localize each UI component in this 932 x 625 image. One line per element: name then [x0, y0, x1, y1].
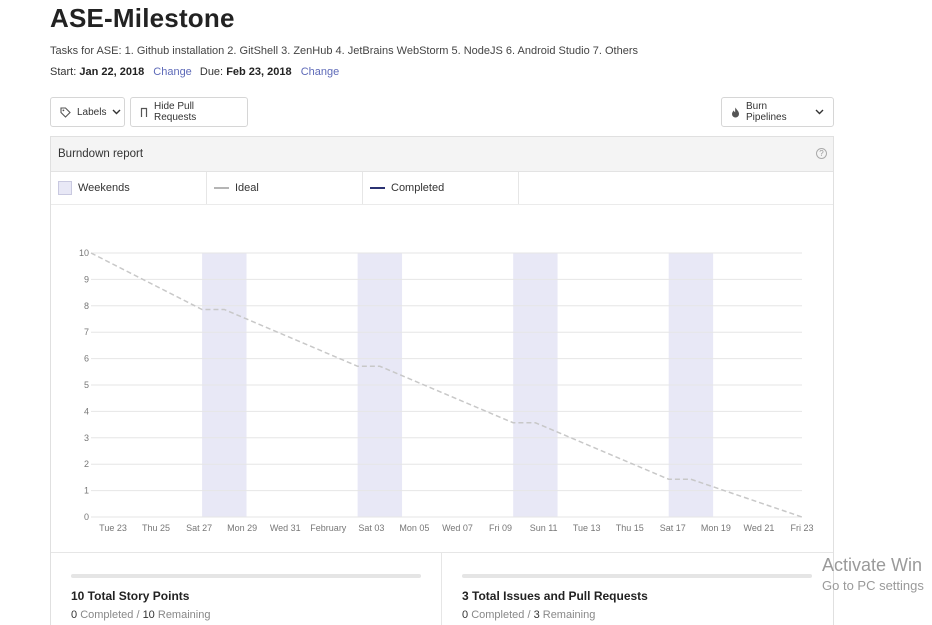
tag-icon	[60, 106, 71, 118]
completed-label: Completed	[80, 609, 134, 621]
issues-progress-bar	[462, 574, 812, 578]
x-tick-label: Sat 27	[186, 523, 212, 533]
chart-legend: Weekends Ideal Completed	[51, 172, 833, 205]
change-due-link[interactable]: Change	[301, 66, 340, 78]
milestone-dates: Start: Jan 22, 2018 Change Due: Feb 23, …	[50, 66, 344, 78]
burndown-panel: Burndown report ? Weekends Ideal Complet…	[50, 136, 834, 625]
ideal-swatch	[214, 187, 229, 189]
hide-pull-requests-label: Hide Pull Requests	[154, 101, 197, 123]
x-tick-label: Thu 15	[616, 523, 644, 533]
issues-title: 3 Total Issues and Pull Requests	[462, 589, 648, 603]
story-points-summary: 0 Completed / 10 Remaining	[71, 609, 211, 621]
start-label: Start:	[50, 66, 77, 78]
chevron-down-icon	[112, 109, 121, 115]
windows-activation-watermark: Activate Win Go to PC settings	[822, 555, 924, 593]
completed-swatch	[370, 187, 385, 189]
start-date: Jan 22, 2018	[79, 66, 145, 78]
x-tick-label: February	[310, 523, 347, 533]
change-start-link[interactable]: Change	[153, 66, 192, 78]
flame-icon	[731, 107, 740, 118]
y-tick-label: 4	[84, 406, 89, 416]
page-title: ASE-Milestone	[50, 3, 235, 33]
due-date: Feb 23, 2018	[226, 66, 292, 78]
x-tick-label: Mon 19	[701, 523, 731, 533]
y-tick-label: 6	[84, 354, 89, 364]
weekend-swatch	[58, 181, 72, 195]
x-tick-label: Sat 03	[358, 523, 384, 533]
x-tick-label: Mon 05	[399, 523, 429, 533]
watermark-line-2: Go to PC settings	[822, 578, 924, 593]
legend-completed-label: Completed	[391, 182, 445, 194]
story-points-completed: 0	[71, 609, 78, 621]
legend-weekends-label: Weekends	[78, 182, 130, 194]
hide-pull-requests-button[interactable]: Hide Pull Requests	[130, 97, 248, 127]
y-tick-label: 1	[84, 486, 89, 496]
remaining-label: Remaining	[157, 609, 211, 621]
y-tick-label: 0	[84, 512, 89, 522]
x-tick-label: Sat 17	[660, 523, 686, 533]
story-points-progress-bar	[71, 574, 421, 578]
y-tick-label: 8	[84, 301, 89, 311]
x-tick-label: Fri 23	[790, 523, 813, 533]
y-tick-label: 2	[84, 459, 89, 469]
watermark-line-1: Activate Win	[822, 555, 923, 575]
x-tick-label: Wed 07	[442, 523, 473, 533]
x-tick-label: Tue 13	[573, 523, 601, 533]
due-label: Due:	[199, 66, 224, 78]
issues-summary: 0 Completed / 3 Remaining	[462, 609, 596, 621]
issues-remaining: 3	[533, 609, 540, 621]
issues-completed: 0	[462, 609, 469, 621]
question-circle-icon[interactable]: ?	[816, 148, 827, 159]
x-tick-label: Mon 29	[227, 523, 257, 533]
x-tick-label: Fri 09	[489, 523, 512, 533]
legend-ideal-label: Ideal	[235, 182, 259, 194]
chevron-down-icon	[815, 109, 824, 115]
x-tick-label: Tue 23	[99, 523, 127, 533]
completed-label: Completed	[471, 609, 525, 621]
issues-stat: 3 Total Issues and Pull Requests 0 Compl…	[442, 553, 833, 625]
burn-pipelines-button[interactable]: Burn Pipelines	[721, 97, 834, 127]
x-tick-label: Thu 25	[142, 523, 170, 533]
y-tick-label: 7	[84, 327, 89, 337]
milestone-description: Tasks for ASE: 1. Github installation 2.…	[50, 45, 638, 57]
story-points-stat: 10 Total Story Points 0 Completed / 10 R…	[51, 553, 442, 625]
legend-ideal[interactable]: Ideal	[207, 172, 363, 204]
burn-pipelines-label: Burn Pipelines	[746, 101, 787, 123]
legend-spacer	[519, 172, 675, 204]
burndown-chart: 0 1 2 3 4 5 6 7 8 9 10 Tue 23 Thu 25 Sat 27 Mon 29 Wed …	[79, 248, 814, 533]
x-tick-label: Wed 21	[744, 523, 775, 533]
panel-header: Burndown report ?	[51, 137, 833, 172]
y-tick-label: 10	[79, 248, 89, 258]
legend-completed[interactable]: Completed	[363, 172, 519, 204]
story-points-title: 10 Total Story Points	[71, 589, 190, 603]
y-tick-label: 3	[84, 433, 89, 443]
x-tick-label: Wed 31	[270, 523, 301, 533]
stats-row: 10 Total Story Points 0 Completed / 10 R…	[51, 552, 833, 625]
labels-button[interactable]: Labels	[50, 97, 125, 127]
story-points-remaining: 10	[142, 609, 155, 621]
y-tick-label: 9	[84, 274, 89, 284]
x-tick-label: Sun 11	[530, 523, 558, 533]
legend-weekends[interactable]: Weekends	[51, 172, 207, 204]
panel-title: Burndown report	[58, 148, 144, 160]
remaining-label: Remaining	[542, 609, 596, 621]
y-tick-label: 5	[84, 380, 89, 390]
pull-request-icon	[140, 107, 148, 118]
labels-button-label: Labels	[77, 106, 107, 118]
